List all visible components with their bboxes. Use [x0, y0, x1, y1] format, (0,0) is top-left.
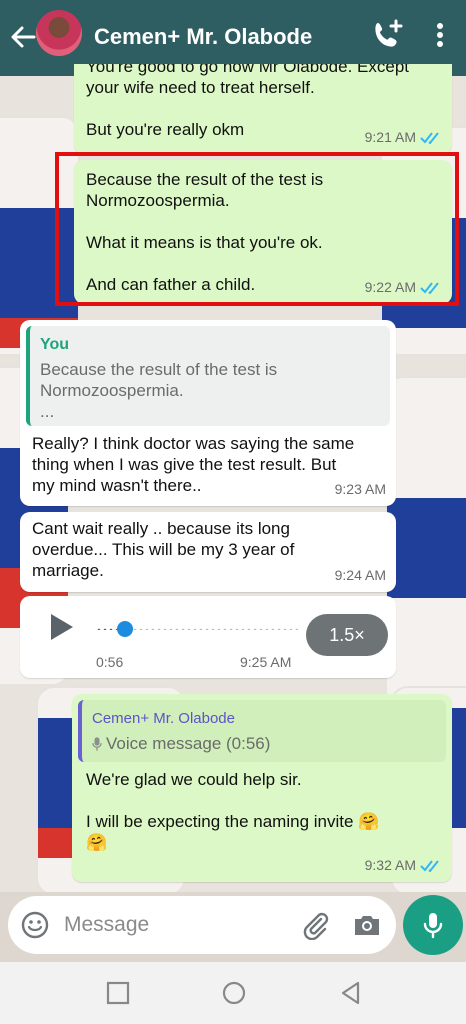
incoming-message[interactable]: You Because the result of the test is No… — [20, 320, 396, 506]
more-options-icon[interactable] — [428, 18, 452, 52]
message-input-bar — [8, 896, 396, 954]
message-time: 9:25 AM — [240, 654, 292, 670]
read-ticks-icon — [420, 859, 439, 872]
message-time: 9:24 AM — [334, 567, 386, 583]
quote-author: Cemen+ Mr. Olabode — [92, 710, 235, 727]
home-icon[interactable] — [221, 980, 247, 1006]
playback-speed-button[interactable]: 1.5× — [306, 614, 388, 656]
message-text: Cant wait really .. because its long ove… — [32, 519, 295, 580]
message-meta: 9:32 AM — [365, 855, 442, 876]
quote-author: You — [40, 336, 70, 353]
message-time: 9:32 AM — [364, 857, 416, 873]
quoted-message[interactable]: You Because the result of the test is No… — [26, 326, 390, 426]
message-meta: 9:23 AM — [335, 479, 386, 500]
emoji-icon[interactable] — [20, 910, 50, 940]
message-text: We're glad we could help sir. I will be … — [86, 770, 380, 852]
read-ticks-icon — [420, 131, 439, 144]
recent-apps-icon[interactable] — [105, 980, 131, 1006]
voice-duration: 0:56 — [96, 654, 124, 670]
play-icon[interactable] — [46, 612, 76, 642]
back-nav-icon[interactable] — [338, 980, 364, 1006]
system-nav-bar — [0, 962, 466, 1024]
mic-small-icon — [92, 736, 102, 751]
quote-text: Voice message (0:56) — [106, 734, 271, 753]
message-time: 9:21 AM — [364, 129, 416, 145]
add-call-icon[interactable] — [370, 18, 404, 52]
message-meta: 9:21 AM — [365, 127, 442, 148]
message-meta: 9:24 AM — [335, 565, 386, 586]
outgoing-message[interactable]: Cemen+ Mr. Olabode Voice message (0:56) … — [72, 694, 452, 882]
highlight-box — [55, 152, 459, 306]
quote-voice-row: Voice message (0:56) — [92, 733, 436, 754]
camera-icon[interactable] — [352, 910, 382, 940]
attach-icon[interactable] — [300, 910, 330, 940]
mic-icon — [423, 913, 443, 939]
message-time: 9:23 AM — [334, 481, 386, 497]
quote-text: Because the result of the test is Normoz… — [40, 360, 278, 421]
contact-avatar[interactable] — [36, 10, 82, 56]
wallpaper-bottle — [385, 376, 466, 716]
contact-name[interactable]: Cemen+ Mr. Olabode — [94, 24, 312, 50]
seek-handle[interactable] — [117, 621, 133, 637]
voice-message[interactable]: 0:56 9:25 AM 1.5× — [20, 596, 396, 678]
message-input[interactable] — [64, 896, 284, 954]
incoming-message[interactable]: Cant wait really .. because its long ove… — [20, 512, 396, 592]
back-arrow-icon[interactable] — [8, 22, 38, 52]
quoted-message[interactable]: Cemen+ Mr. Olabode Voice message (0:56) — [78, 700, 446, 762]
mic-button[interactable] — [403, 895, 463, 955]
